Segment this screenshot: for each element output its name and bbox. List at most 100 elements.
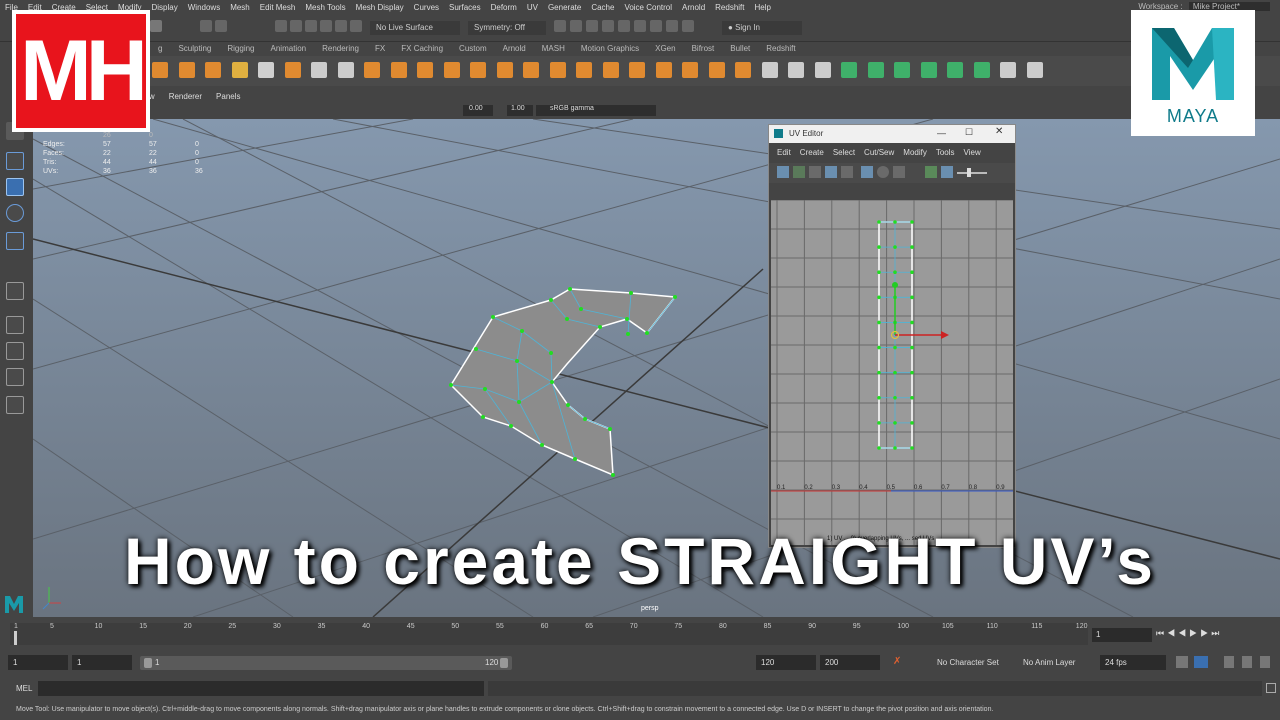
shelf-tool-icon[interactable] [1000,62,1016,78]
shelf-tab-arnold[interactable]: Arnold [495,44,534,53]
render-settings-icon[interactable] [586,20,598,32]
shelf-tool-icon[interactable] [390,62,407,78]
character-set-dropdown[interactable]: No Character Set [932,655,1012,670]
symmetry-dropdown[interactable]: Symmetry: Off [468,21,546,35]
menu-mesh-display[interactable]: Mesh Display [351,3,409,12]
shelf-tool-icon[interactable] [443,62,460,78]
play-forward-icon[interactable]: ▶ [1189,628,1200,638]
shelf-tool-icon[interactable] [894,62,910,78]
scale-tool-icon[interactable] [6,232,24,250]
uv-menu-view[interactable]: View [964,148,981,157]
shelf-tab-animation[interactable]: Animation [263,44,315,53]
uv-texture-icon[interactable] [777,166,789,178]
shelf-tool-icon[interactable] [549,62,566,78]
uv-editor-window[interactable]: UV Editor — ☐ ✕ Edit Create Select Cut/Sew M… [768,124,1016,548]
shelf-tool-icon[interactable] [682,62,698,78]
uv-vertex[interactable] [910,245,914,249]
undo-icon[interactable] [150,20,162,32]
uv-vertex[interactable] [893,245,897,249]
uv-vertex[interactable] [877,295,881,300]
close-icon[interactable]: ✕ [995,126,1003,137]
panel-menu-panels[interactable]: Panels [216,92,240,104]
uv-vertex[interactable] [893,220,897,224]
single-pane-icon[interactable] [6,282,24,300]
uv-shade-icon[interactable] [877,166,889,178]
pause-icon[interactable] [682,20,694,32]
shelf-tab-bullet[interactable]: Bullet [722,44,758,53]
uv-brightness-slider[interactable] [957,172,987,174]
maya-home-icon[interactable] [4,594,24,614]
uv-filter-icon[interactable] [809,166,821,178]
fps-dropdown[interactable]: 24 fps [1100,655,1166,670]
uv-checker-icon[interactable] [841,166,853,178]
time-slider[interactable]: 1 5 10 15 20 25 30 35 40 45 50 55 60 65 70 75 80 85 90 95 10… [0,619,1280,649]
layout-split-icon[interactable] [6,368,24,386]
shelf-tool-icon[interactable] [337,62,354,78]
auto-key-icon[interactable] [1194,656,1208,668]
uv-texture-space[interactable]: 0.1 0.2 0.3 0.4 0.5 0.6 0.7 0.8 0.9 1) UV ... 0)… [771,200,1013,545]
render-icon[interactable] [554,20,566,32]
rs-ipr-icon[interactable] [666,20,678,32]
move-manipulator[interactable] [890,282,950,340]
light-editor-icon[interactable] [650,20,662,32]
uv-isolate-icon[interactable] [925,166,937,178]
shelf-tab-custom[interactable]: Custom [451,44,495,53]
mel-input-field[interactable] [38,681,484,696]
curved-mesh[interactable] [449,287,677,477]
menu-deform[interactable]: Deform [486,3,522,12]
snap-live-icon[interactable] [320,20,332,32]
loop-icon[interactable] [1176,656,1188,668]
shelf-tool-icon[interactable] [655,62,672,78]
uv-vertex[interactable] [877,245,881,249]
uv-vertex[interactable] [893,395,897,400]
mel-language-toggle[interactable]: MEL [16,684,32,693]
anim-layer-dropdown[interactable]: No Anim Layer [1018,655,1098,670]
menu-mesh[interactable]: Mesh [225,3,255,12]
hypershade-icon[interactable] [602,20,614,32]
rotate-tool-icon[interactable] [6,204,24,222]
uv-vertex[interactable] [893,370,897,375]
uv-menu-modify[interactable]: Modify [903,148,927,157]
uv-vertex[interactable] [877,421,881,425]
shelf-tool-icon[interactable] [735,62,751,78]
shelf-tool-icon[interactable] [1026,62,1043,78]
shelf-tab-rendering[interactable]: Rendering [314,44,367,53]
snap-curve-icon[interactable] [215,20,227,32]
shelf-tool-icon[interactable] [284,62,301,78]
shelf-tool-icon[interactable] [602,62,619,78]
uv-vertex[interactable] [877,220,881,224]
uv-vertex[interactable] [877,270,881,275]
shelf-tool-icon[interactable] [205,62,221,78]
menu-edit-mesh[interactable]: Edit Mesh [255,3,301,12]
snap-grid-icon[interactable] [200,20,212,32]
menu-voice-control[interactable]: Voice Control [619,3,677,12]
shelf-tool-icon[interactable] [576,62,592,78]
uv-menu-create[interactable]: Create [800,148,824,157]
shelf-tool-icon[interactable] [920,62,937,78]
uv-vertex[interactable] [893,446,897,450]
uv-vertex[interactable] [877,345,881,350]
uv-vertex[interactable] [893,270,897,275]
exposure-field[interactable]: 0.00 [463,105,493,116]
shelf-tool-icon[interactable] [417,62,433,78]
uv-vertex[interactable] [910,270,914,275]
uv-image-icon[interactable] [793,166,805,178]
uv-vertex[interactable] [910,320,914,325]
uv-vertex[interactable] [877,370,881,375]
menu-surfaces[interactable]: Surfaces [444,3,486,12]
menu-uv[interactable]: UV [522,3,543,12]
range-slider[interactable]: 1 120 [140,656,512,670]
uv-vertex[interactable] [877,446,881,450]
ipr-render-icon[interactable] [570,20,582,32]
shelf-tool-icon[interactable] [152,62,168,78]
shelf-tool-icon[interactable] [258,62,274,78]
live-surface-dropdown[interactable]: No Live Surface [370,21,460,35]
sound-icon[interactable] [1224,656,1234,668]
shelf-tab-rigging[interactable]: Rigging [219,44,262,53]
uv-vertex[interactable] [893,421,897,425]
snap-surface-icon[interactable] [305,20,317,32]
shelf-tab-mash[interactable]: MASH [534,44,573,53]
shelf-tool-icon[interactable] [973,62,990,78]
uv-vertex[interactable] [910,395,914,400]
anim-prefs-icon[interactable] [1260,656,1270,668]
